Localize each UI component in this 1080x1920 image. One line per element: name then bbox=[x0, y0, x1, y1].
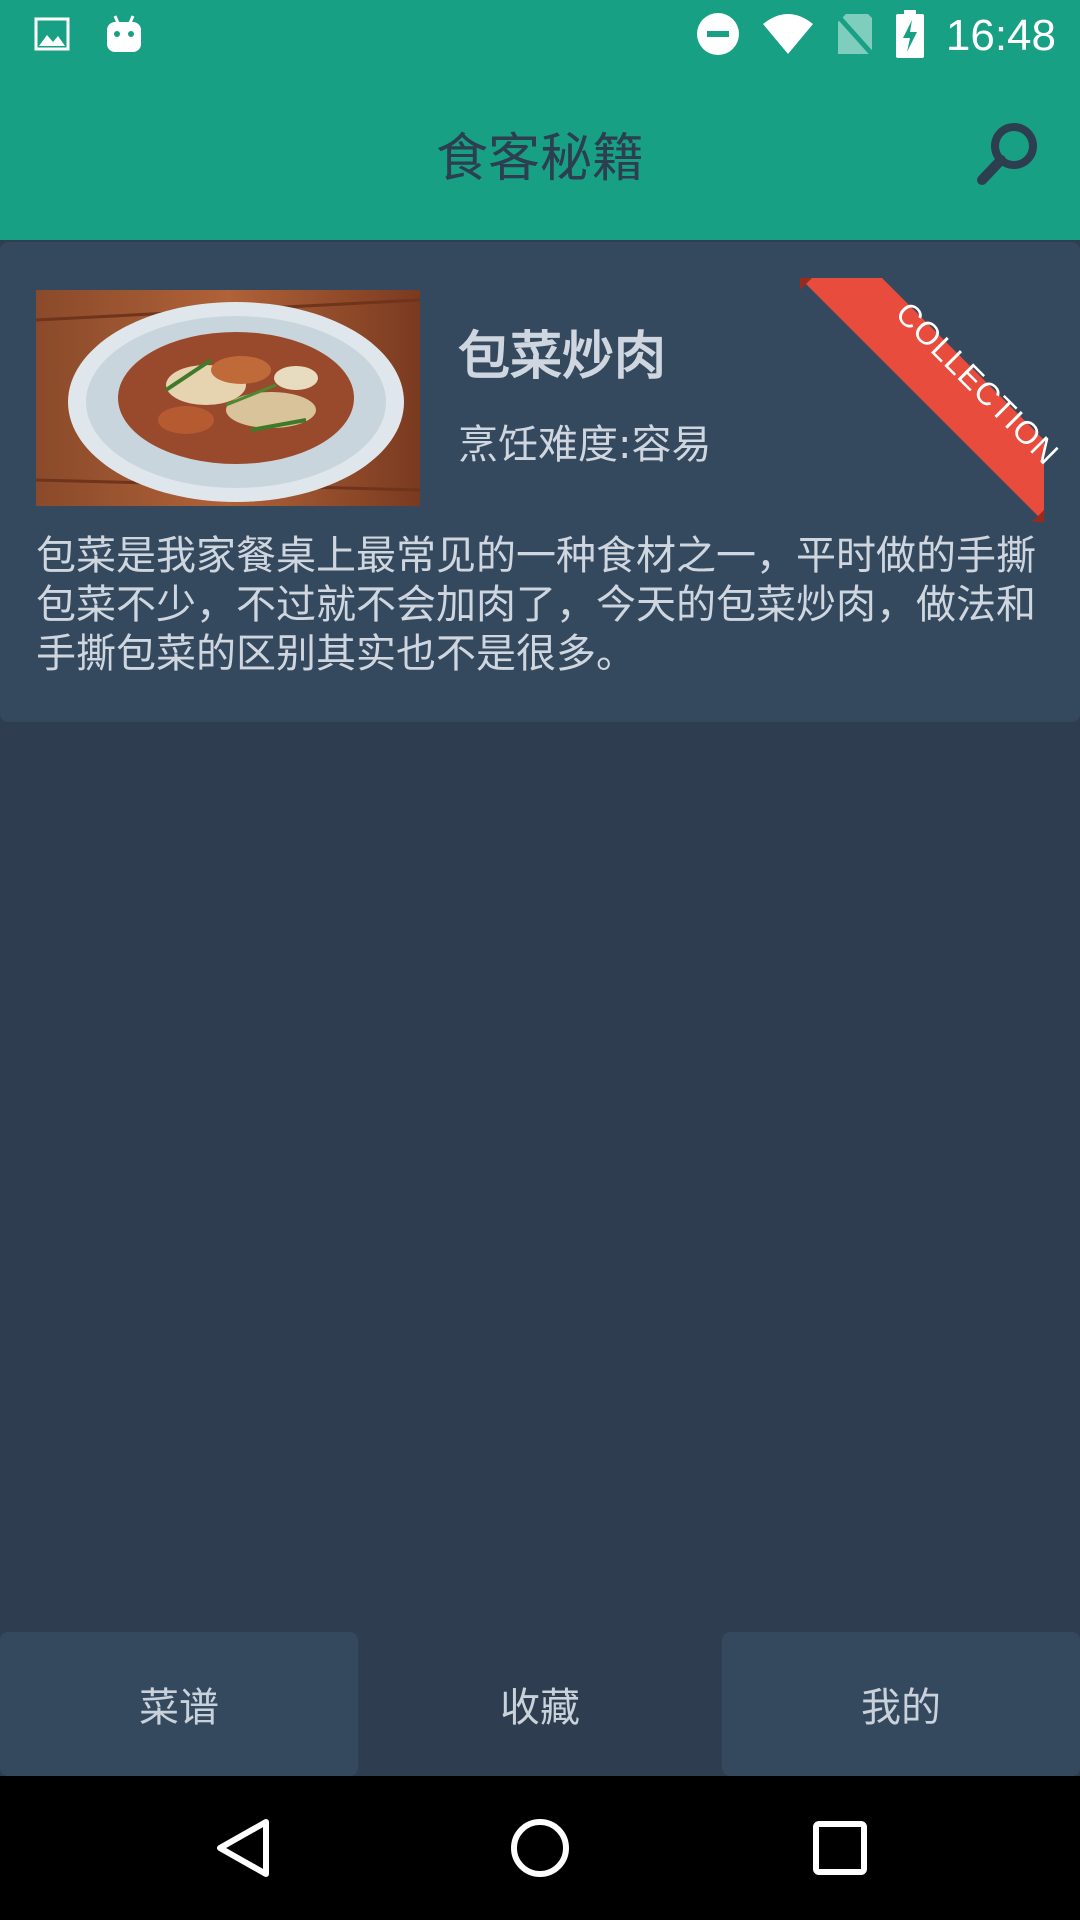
image-icon bbox=[34, 16, 70, 56]
app-title: 食客秘籍 bbox=[435, 129, 644, 189]
home-icon[interactable] bbox=[510, 1818, 570, 1882]
tab-recipes[interactable]: 菜谱 bbox=[0, 1632, 358, 1776]
tab-favorites-label: 收藏 bbox=[500, 1685, 580, 1731]
no-sim-icon bbox=[836, 12, 874, 60]
recents-icon[interactable] bbox=[812, 1820, 868, 1880]
search-button[interactable] bbox=[972, 118, 1044, 190]
recipe-description: 包菜是我家餐桌上最常见的一种食材之一，平时做的手撕包菜不少，不过就不会加肉了，今… bbox=[36, 533, 1036, 677]
recipe-photo bbox=[35, 290, 421, 506]
recipe-name: 包菜炒肉 bbox=[458, 327, 667, 387]
app-bar: 食客秘籍 bbox=[0, 72, 1080, 240]
tab-mine[interactable]: 我的 bbox=[722, 1632, 1080, 1776]
tab-mine-label: 我的 bbox=[861, 1685, 941, 1731]
tab-recipes-label: 菜谱 bbox=[139, 1685, 219, 1731]
status-bar: 16:48 bbox=[0, 0, 1080, 72]
back-icon[interactable] bbox=[214, 1818, 270, 1882]
battery-charging-icon bbox=[895, 10, 924, 62]
recipe-card[interactable]: 包菜炒肉 烹饪难度:容易 COLLECTION 包菜是我家餐桌上最常见的一种食材… bbox=[0, 242, 1080, 722]
tab-favorites[interactable]: 收藏 bbox=[361, 1632, 719, 1776]
search-icon bbox=[972, 123, 1044, 194]
recipe-difficulty: 烹饪难度:容易 bbox=[458, 422, 712, 468]
android-icon bbox=[106, 14, 142, 58]
bottom-tab-bar: 菜谱 收藏 我的 bbox=[0, 1632, 1080, 1776]
system-nav-bar bbox=[0, 1776, 1080, 1920]
status-clock: 16:48 bbox=[945, 11, 1056, 60]
do-not-disturb-icon bbox=[696, 12, 740, 60]
wifi-icon bbox=[762, 12, 814, 60]
